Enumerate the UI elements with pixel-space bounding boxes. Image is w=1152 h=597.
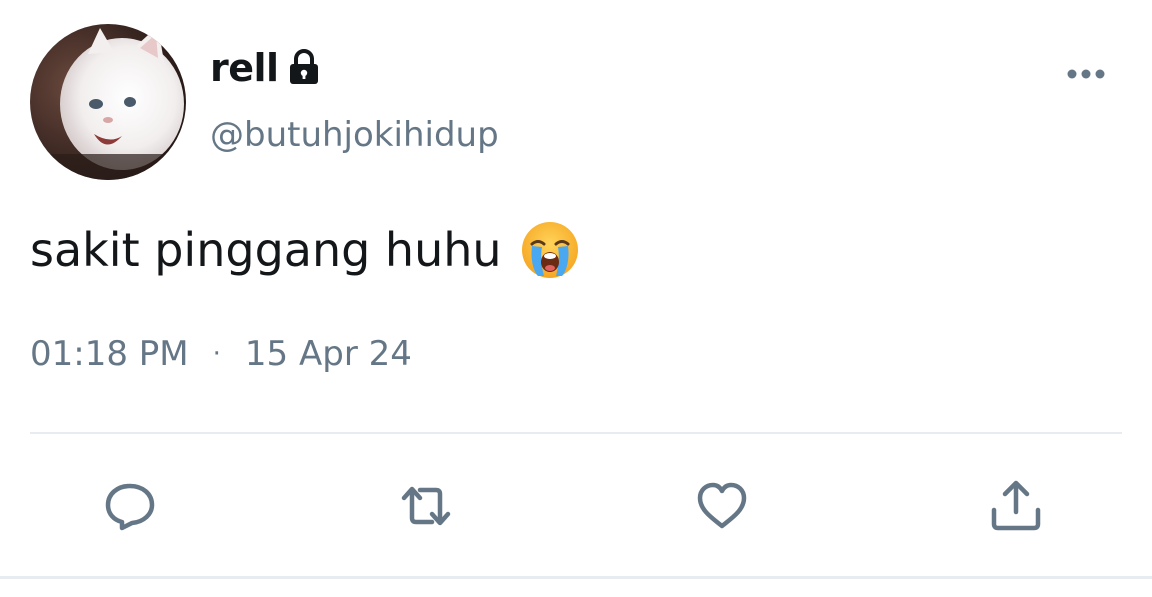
reply-button[interactable] xyxy=(102,478,158,534)
more-options-icon[interactable] xyxy=(1062,62,1110,86)
tweet-card: rell @butuhjokihidup sakit pinggang huhu xyxy=(0,0,1152,597)
separator-dot: · xyxy=(212,339,221,369)
like-icon xyxy=(697,482,747,529)
retweet-button[interactable] xyxy=(398,478,454,534)
display-name-text: rell xyxy=(210,46,279,90)
like-button[interactable] xyxy=(694,478,750,534)
share-button[interactable] xyxy=(988,478,1044,534)
kitten-avatar-image xyxy=(30,24,186,180)
tweet-text: sakit pinggang huhu xyxy=(30,220,580,280)
tweet-text-content: sakit pinggang huhu xyxy=(30,223,502,277)
divider xyxy=(30,432,1122,434)
tweet-time: 01:18 PM xyxy=(30,334,189,374)
lock-icon xyxy=(287,48,321,88)
reply-icon xyxy=(105,483,155,531)
tweet-timestamp[interactable]: 01:18 PM · 15 Apr 24 xyxy=(30,334,412,374)
loudly-crying-face-icon xyxy=(520,220,580,280)
share-icon xyxy=(991,480,1041,531)
display-name[interactable]: rell xyxy=(210,46,321,90)
bottom-divider xyxy=(0,576,1152,579)
tweet-date: 15 Apr 24 xyxy=(244,334,412,374)
username-handle[interactable]: @butuhjokihidup xyxy=(210,115,499,155)
retweet-icon xyxy=(401,486,451,526)
avatar[interactable] xyxy=(30,24,186,180)
